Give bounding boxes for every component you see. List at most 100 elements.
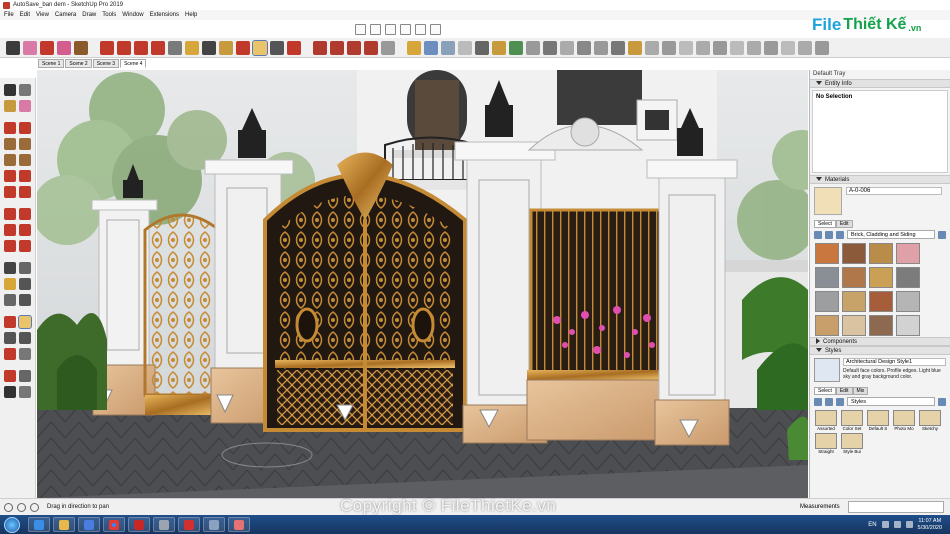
plugin-20-icon[interactable] — [747, 40, 761, 55]
3d-viewport[interactable] — [37, 70, 808, 498]
extension-manager-icon[interactable] — [364, 40, 378, 55]
arc-tool-icon[interactable] — [57, 40, 71, 55]
back-arrow-icon[interactable] — [814, 397, 822, 406]
polygon-icon[interactable] — [19, 154, 31, 166]
move-tool-icon[interactable] — [117, 40, 131, 55]
user-icon[interactable] — [381, 40, 395, 55]
menu-help[interactable]: Help — [185, 12, 197, 18]
pushpull-tool-icon[interactable] — [100, 40, 114, 55]
tab-scene-1[interactable]: Scene 1 — [38, 59, 65, 68]
plugin-6-icon[interactable] — [492, 40, 506, 55]
plugin-9-icon[interactable] — [560, 40, 574, 55]
entity-info-header[interactable]: Entity Info — [810, 79, 950, 88]
plugin-4-icon[interactable] — [458, 40, 472, 55]
material-swatch[interactable] — [842, 315, 866, 336]
left-view-icon[interactable] — [430, 23, 441, 35]
back-arrow-icon[interactable] — [814, 230, 822, 239]
position-camera-icon[interactable] — [4, 370, 16, 382]
material-swatch[interactable] — [815, 243, 839, 264]
styles-library-dropdown[interactable]: Styles — [847, 397, 935, 406]
plugin-5-icon[interactable] — [475, 40, 489, 55]
tab-scene-2[interactable]: Scene 2 — [65, 59, 92, 68]
details-icon[interactable] — [938, 230, 946, 239]
style-item[interactable]: Default S — [866, 410, 890, 431]
pencil-icon[interactable] — [4, 122, 16, 134]
material-swatch[interactable] — [896, 243, 920, 264]
styles-select-tab[interactable]: Select — [814, 387, 836, 395]
component-icon[interactable] — [19, 84, 31, 96]
plugin-24-icon[interactable] — [815, 40, 829, 55]
menu-draw[interactable]: Draw — [82, 12, 96, 18]
material-swatch[interactable] — [815, 267, 839, 288]
material-swatch[interactable] — [869, 291, 893, 312]
material-swatch[interactable] — [815, 315, 839, 336]
zoom-extents-left-icon[interactable] — [4, 348, 16, 360]
materials-library-dropdown[interactable]: Brick, Cladding and Siding — [847, 230, 935, 239]
taskbar-autocad[interactable] — [128, 517, 150, 532]
material-swatch[interactable] — [869, 243, 893, 264]
taskbar-ie[interactable] — [28, 517, 50, 532]
sound-icon[interactable] — [543, 40, 557, 55]
plugin-1-icon[interactable] — [407, 40, 421, 55]
plugin-10-icon[interactable] — [577, 40, 591, 55]
home-icon[interactable] — [836, 397, 844, 406]
material-name-field[interactable]: A-0-006 — [846, 187, 942, 195]
line-tool-icon[interactable] — [40, 40, 54, 55]
plugin-21-icon[interactable] — [764, 40, 778, 55]
pie-icon[interactable] — [19, 186, 31, 198]
walk-icon[interactable] — [4, 386, 16, 398]
paint-tool-icon[interactable] — [219, 40, 233, 55]
tape-measure-icon[interactable] — [4, 262, 16, 274]
pan-icon[interactable] — [18, 315, 32, 329]
menu-edit[interactable]: Edit — [20, 12, 30, 18]
dimension-icon[interactable] — [19, 262, 31, 274]
measurements-input[interactable] — [848, 501, 944, 513]
iso-view-icon[interactable] — [355, 23, 366, 35]
taskbar-explorer[interactable] — [53, 517, 75, 532]
material-swatch[interactable] — [842, 291, 866, 312]
styles-header[interactable]: Styles — [810, 346, 950, 355]
material-swatch[interactable] — [896, 291, 920, 312]
clock[interactable]: 11:07 AM 5/30/2020 — [918, 518, 942, 532]
eraser-tool-icon[interactable] — [23, 40, 37, 55]
materials-edit-tab[interactable]: Edit — [835, 220, 853, 228]
follow-me-icon[interactable] — [19, 224, 31, 236]
credits-icon[interactable] — [17, 502, 26, 512]
start-button[interactable] — [4, 516, 20, 533]
style-name-field[interactable]: Architectural Design Style1 — [843, 358, 946, 366]
paint-bucket-icon[interactable] — [4, 100, 16, 112]
material-swatch[interactable] — [842, 243, 866, 264]
top-view-icon[interactable] — [370, 23, 381, 35]
zoom-window-icon[interactable] — [19, 332, 31, 344]
plugin-8-icon[interactable] — [526, 40, 540, 55]
materials-header[interactable]: Materials — [810, 175, 950, 184]
style-item[interactable]: Straight — [814, 433, 838, 454]
taskbar-sketchup[interactable] — [178, 517, 200, 532]
style-item[interactable]: Assorted — [814, 410, 838, 431]
style-item[interactable]: Color Set — [840, 410, 864, 431]
details-icon[interactable] — [938, 397, 946, 406]
menu-window[interactable]: Window — [122, 12, 143, 18]
plugin-22-icon[interactable] — [781, 40, 795, 55]
style-item[interactable]: Photo Mo — [892, 410, 916, 431]
rectangle-icon[interactable] — [4, 138, 16, 150]
menu-view[interactable]: View — [36, 12, 49, 18]
3d-text-icon[interactable] — [19, 294, 31, 306]
forward-arrow-icon[interactable] — [825, 230, 833, 239]
styles-mix-tab[interactable]: Mix — [852, 387, 869, 395]
tab-scene-3[interactable]: Scene 3 — [92, 59, 120, 68]
scale-icon[interactable] — [4, 240, 16, 252]
back-view-icon[interactable] — [415, 23, 426, 35]
text-tool-icon[interactable] — [202, 40, 216, 55]
select-icon[interactable] — [4, 84, 16, 96]
taskbar-media[interactable] — [78, 517, 100, 532]
right-view-icon[interactable] — [400, 23, 411, 35]
tape-tool-icon[interactable] — [185, 40, 199, 55]
orbit-icon[interactable] — [4, 316, 16, 328]
menu-tools[interactable]: Tools — [102, 12, 116, 18]
circle-icon[interactable] — [4, 154, 16, 166]
forward-arrow-icon[interactable] — [825, 397, 833, 406]
shape-tool-icon[interactable] — [74, 40, 88, 55]
text-label-icon[interactable] — [19, 278, 31, 290]
material-swatch[interactable] — [842, 267, 866, 288]
